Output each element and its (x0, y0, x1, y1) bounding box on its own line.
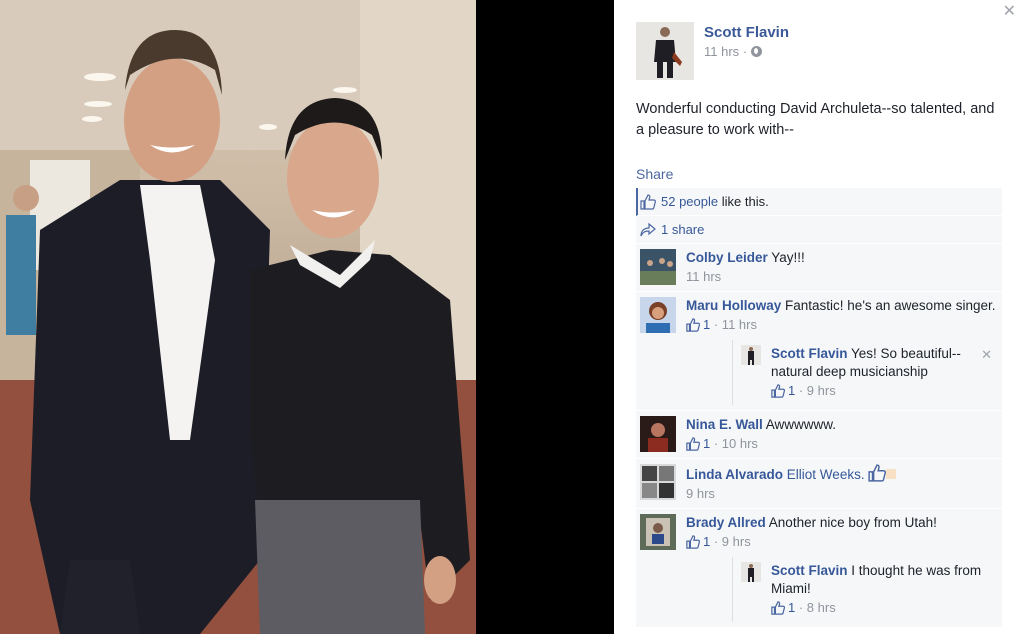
comment-like-count[interactable]: 1 (703, 533, 710, 551)
comment-mention[interactable]: Elliot Weeks. (787, 467, 865, 482)
thumbs-up-icon (686, 437, 700, 451)
comment-author[interactable]: Colby Leider (686, 250, 768, 265)
comment-time[interactable]: · 11 hrs (714, 316, 757, 334)
photo-viewer: ✕ Scott Flavin 11 hrs · Wonderful conduc… (0, 0, 1024, 634)
comment-like-count[interactable]: 1 (703, 316, 710, 334)
comment-time[interactable]: · 9 hrs (799, 382, 836, 400)
share-link[interactable]: Share (636, 166, 673, 182)
commenter-avatar[interactable] (741, 562, 761, 582)
post-time-text[interactable]: 11 hrs · (704, 44, 747, 59)
thumbs-up-icon (868, 464, 887, 482)
share-arrow-icon (640, 222, 656, 236)
comment-text: Yay!!! (771, 250, 805, 265)
comment-author[interactable]: Brady Allred (686, 515, 766, 530)
comment-author[interactable]: Scott Flavin (771, 563, 848, 578)
photo-stage (0, 0, 614, 634)
commenter-avatar[interactable] (640, 514, 676, 550)
post-header: Scott Flavin 11 hrs · (636, 22, 789, 80)
commenter-avatar[interactable] (640, 416, 676, 452)
comment-like-count[interactable]: 1 (788, 599, 795, 617)
close-icon[interactable]: ✕ (1003, 4, 1016, 20)
author-avatar[interactable] (636, 22, 694, 80)
post-photo[interactable] (0, 0, 476, 634)
comment-time[interactable]: · 10 hrs (714, 435, 758, 453)
likes-suffix: like this. (721, 194, 769, 209)
comment-reply: Scott Flavin I thought he was from Miami… (732, 557, 998, 622)
comment-text: Awwwwww. (765, 417, 837, 432)
close-icon[interactable]: ✕ (981, 346, 992, 364)
commenter-avatar[interactable] (640, 249, 676, 285)
sticker-placeholder (886, 469, 897, 479)
thumbs-up-icon (686, 535, 700, 549)
commenter-avatar[interactable] (640, 297, 676, 333)
comment: Colby Leider Yay!!! 11 hrs (636, 244, 1002, 292)
globe-icon[interactable] (751, 46, 763, 57)
comment-author[interactable]: Linda Alvarado (686, 467, 783, 482)
post-message: Wonderful conducting David Archuleta--so… (636, 101, 995, 138)
thumbs-up-icon (640, 193, 656, 210)
feedback-panel: 52 people like this. 1 share Colby Leide… (636, 188, 1002, 627)
comment-author[interactable]: Nina E. Wall (686, 417, 763, 432)
comment-time[interactable]: 11 hrs (686, 268, 721, 286)
comment-author[interactable]: Scott Flavin (771, 346, 848, 361)
shares-summary: 1 share (636, 216, 1002, 244)
comment-text: Fantastic! he's an awesome singer. (785, 298, 996, 313)
comment-time[interactable]: · 8 hrs (799, 599, 836, 617)
post-author-name[interactable]: Scott Flavin (704, 24, 789, 41)
comment: Brady Allred Another nice boy from Utah!… (636, 509, 1002, 627)
comment-time[interactable]: · 9 hrs (714, 533, 751, 551)
comment-like-count[interactable]: 1 (703, 435, 710, 453)
comment: Maru Holloway Fantastic! he's an awesome… (636, 292, 1002, 411)
likes-count-link[interactable]: 52 people (661, 194, 718, 209)
post-timestamp[interactable]: 11 hrs · (704, 44, 789, 59)
comment: Nina E. Wall Awwwwww. 1 · 10 hrs (636, 411, 1002, 459)
comment-author[interactable]: Maru Holloway (686, 298, 781, 313)
comment-like-count[interactable]: 1 (788, 382, 795, 400)
commenter-avatar[interactable] (741, 345, 761, 365)
thumbs-up-icon (686, 318, 700, 332)
thumbs-up-icon (771, 601, 785, 615)
likes-summary: 52 people like this. (636, 188, 1002, 216)
comment-time[interactable]: 9 hrs (686, 485, 715, 503)
commenter-avatar[interactable] (640, 464, 676, 500)
comment-text: Another nice boy from Utah! (768, 515, 937, 530)
thumbs-up-icon (771, 384, 785, 398)
comment: Linda Alvarado Elliot Weeks. 9 hrs (636, 459, 1002, 509)
post-sidebar: ✕ Scott Flavin 11 hrs · Wonderful conduc… (614, 0, 1024, 634)
shares-count-link[interactable]: 1 share (661, 222, 704, 237)
comment-reply: ✕ Scott Flavin Yes! So beautiful--natura… (732, 340, 998, 405)
